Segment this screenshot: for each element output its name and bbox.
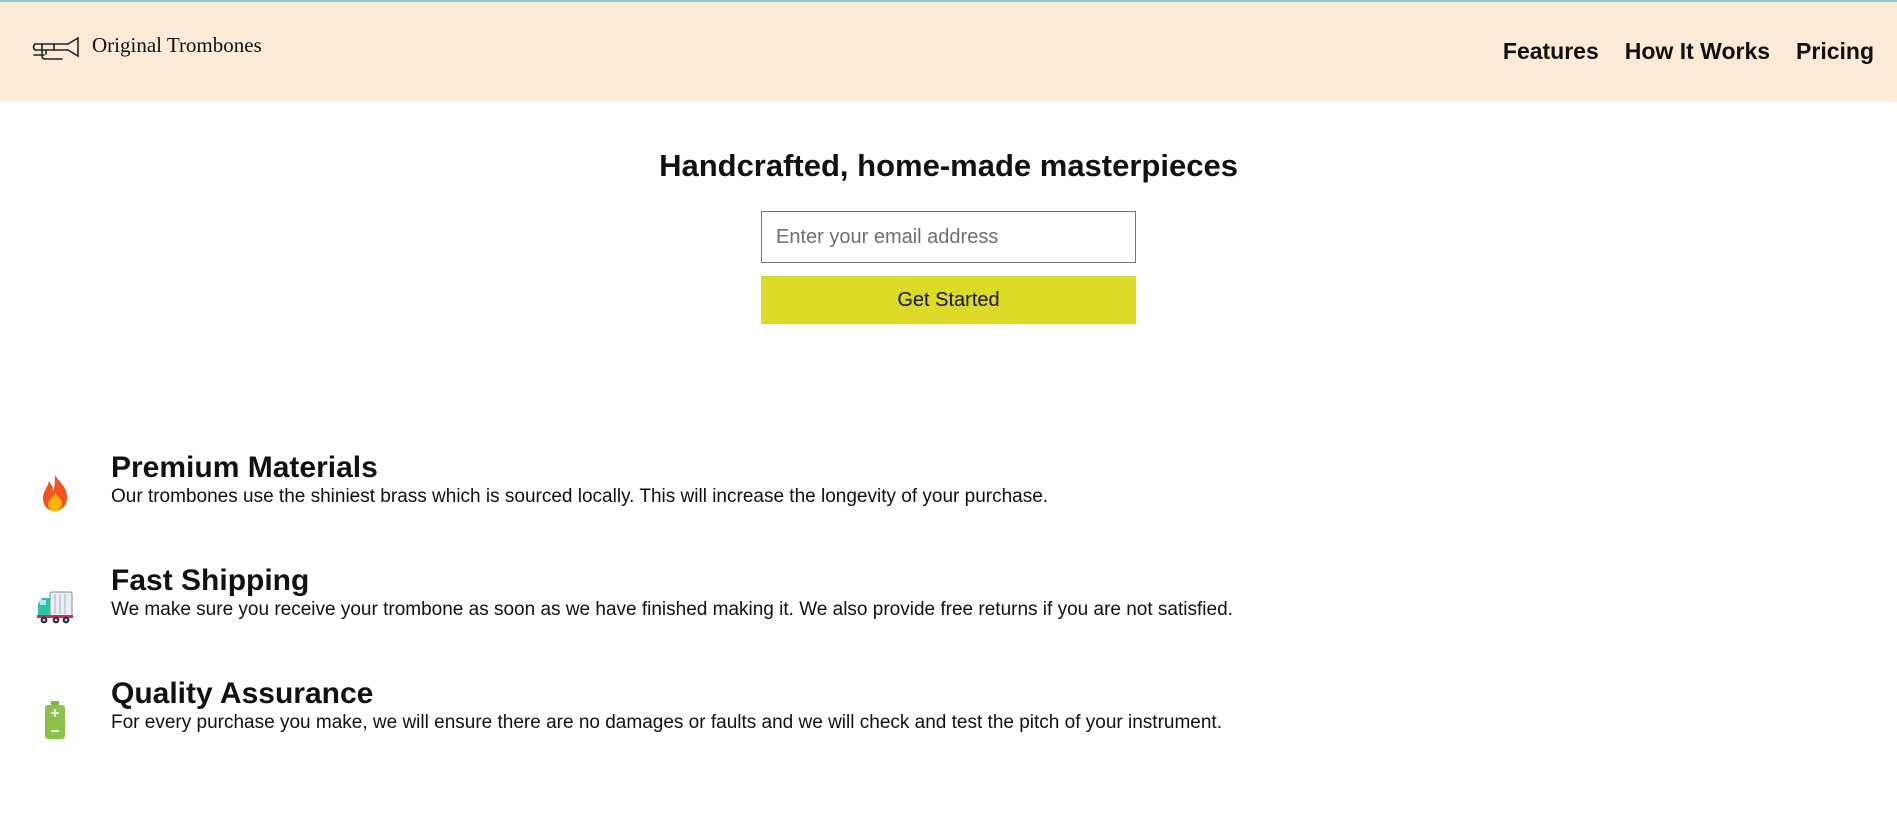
hero-title: Handcrafted, home-made masterpieces: [659, 148, 1238, 183]
email-input[interactable]: [761, 211, 1136, 263]
truck-icon: [36, 584, 74, 628]
brand-logo[interactable]: Original Trombones: [32, 32, 262, 62]
site-header: Original Trombones Features How It Works…: [0, 2, 1897, 102]
feature-title: Fast Shipping: [111, 564, 310, 597]
feature-description: For every purchase you make, we will ens…: [111, 712, 1222, 733]
hero-section: Handcrafted, home-made masterpieces: [0, 148, 1897, 184]
feature-item: Quality Assurance For every purchase you…: [0, 677, 1897, 747]
nav-link-features[interactable]: Features: [1503, 38, 1599, 65]
brand-name: Original Trombones: [92, 32, 262, 57]
feature-description: Our trombones use the shiniest brass whi…: [111, 486, 1049, 507]
battery-icon: [36, 697, 74, 741]
feature-title: Premium Materials: [111, 451, 378, 484]
feature-item: Premium Materials Our trombones use the …: [0, 451, 1897, 521]
trombone-icon: [32, 32, 82, 62]
feature-description: We make sure you receive your trombone a…: [111, 599, 1233, 620]
main-nav: Features How It Works Pricing: [1477, 38, 1874, 65]
feature-item: Fast Shipping We make sure you receive y…: [0, 564, 1897, 634]
get-started-button[interactable]: Get Started: [761, 276, 1136, 324]
nav-link-how-it-works[interactable]: How It Works: [1625, 38, 1770, 65]
nav-link-pricing[interactable]: Pricing: [1796, 38, 1874, 65]
feature-title: Quality Assurance: [111, 677, 374, 710]
fire-icon: [36, 471, 74, 515]
